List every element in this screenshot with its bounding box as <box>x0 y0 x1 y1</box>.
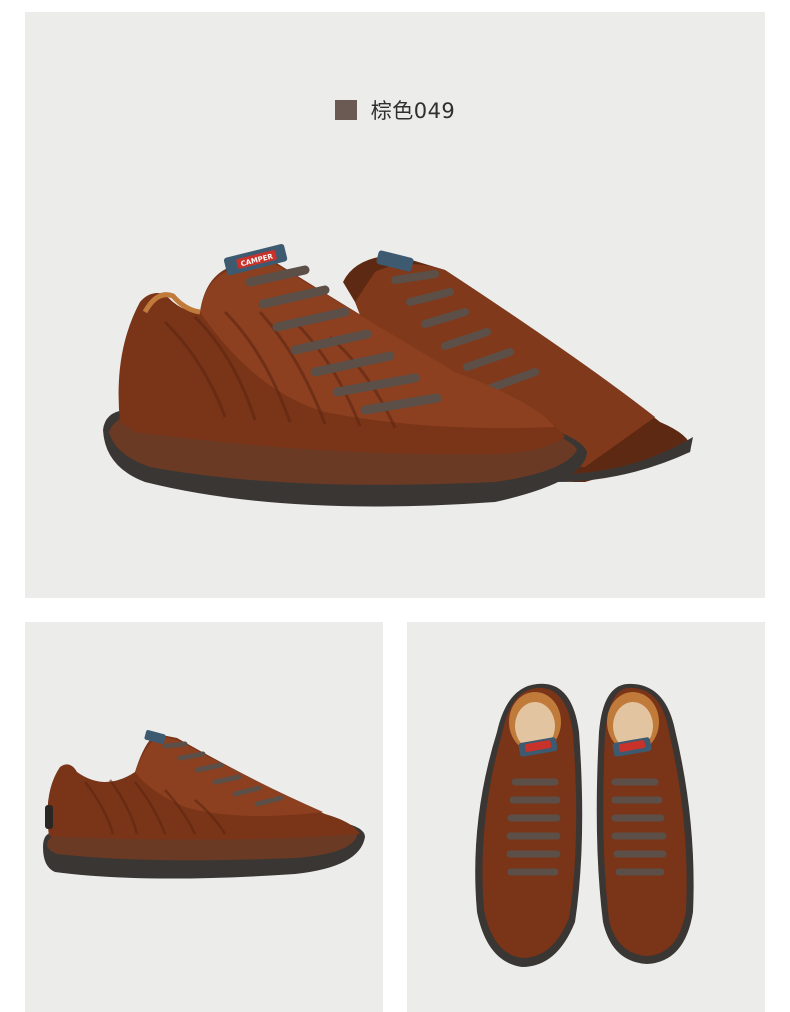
shoe-top-image <box>475 683 694 967</box>
left-shoe-top <box>475 683 583 967</box>
right-shoe-top <box>596 683 694 964</box>
hero-product-image: 棕色049 CAMPER <box>25 12 765 598</box>
shoe-side-image <box>43 730 365 879</box>
top-view-image <box>407 622 765 1012</box>
shoe-pair-image: CAMPER <box>103 243 693 507</box>
side-view-image <box>25 622 383 1012</box>
